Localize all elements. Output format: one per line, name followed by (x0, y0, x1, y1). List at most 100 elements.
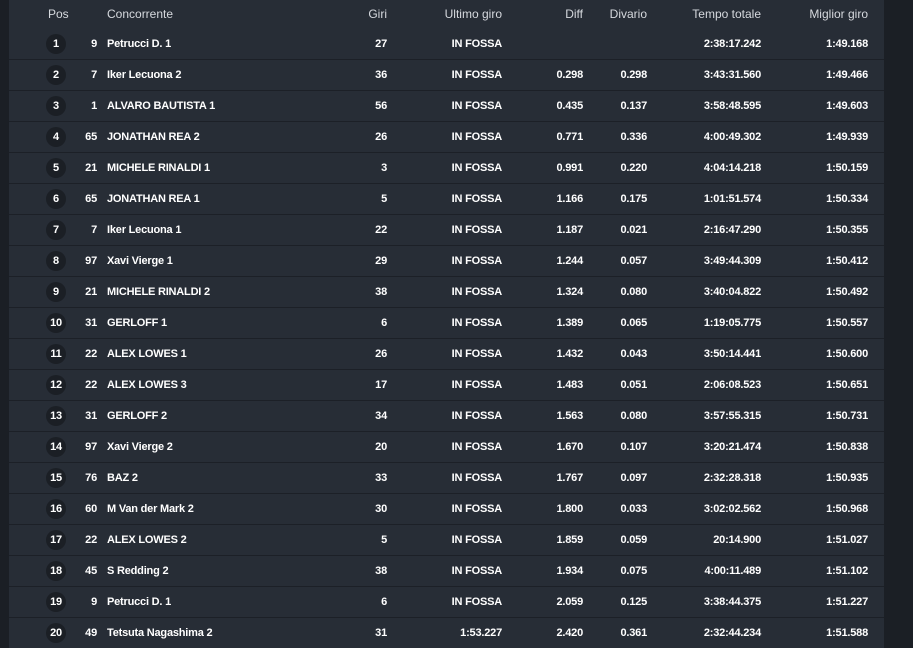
best-lap-cell: 1:50.159 (826, 162, 868, 174)
gap-cell: 0.075 (620, 565, 647, 577)
total-time-cell: 3:38:44.375 (703, 596, 761, 608)
diff-cell: 1.389 (556, 317, 583, 329)
best-lap-cell: 1:49.603 (826, 100, 868, 112)
table-row[interactable]: 12 22 ALEX LOWES 3 17 IN FOSSA 1.483 0.051 2:06… (9, 370, 884, 401)
best-lap-cell: 1:50.355 (826, 224, 868, 236)
table-row[interactable]: 7 7 Iker Lecuona 1 22 IN FOSSA 1.187 0.021 2:16… (9, 215, 884, 246)
position-badge: 4 (46, 127, 66, 147)
table-row[interactable]: 6 65 JONATHAN REA 1 5 IN FOSSA 1.166 0.175 1:01… (9, 184, 884, 215)
laps-cell: 29 (375, 255, 387, 267)
table-row[interactable]: 16 60 M Van der Mark 2 30 IN FOSSA 1.800 0.033… (9, 494, 884, 525)
position-badge: 10 (46, 313, 66, 333)
last-lap-cell: IN FOSSA (451, 224, 503, 236)
last-lap-cell: IN FOSSA (451, 255, 503, 267)
diff-cell: 2.059 (556, 596, 583, 608)
table-row[interactable]: 13 31 GERLOFF 2 34 IN FOSSA 1.563 0.080 3:57:55… (9, 401, 884, 432)
position-badge: 19 (46, 592, 66, 612)
gap-cell: 0.080 (620, 410, 647, 422)
competitor-name: JONATHAN REA 1 (107, 193, 200, 205)
total-time-cell: 3:58:48.595 (703, 100, 761, 112)
diff-cell: 1.670 (556, 441, 583, 453)
last-lap-cell: IN FOSSA (451, 286, 503, 298)
table-row[interactable]: 2 7 Iker Lecuona 2 36 IN FOSSA 0.298 0.298 3:43… (9, 60, 884, 91)
header-competitor[interactable]: Concorrente (107, 7, 173, 21)
best-lap-cell: 1:50.412 (826, 255, 868, 267)
best-lap-cell: 1:50.731 (826, 410, 868, 422)
header-last-lap[interactable]: Ultimo giro (445, 7, 502, 21)
competitor-name: ALEX LOWES 3 (107, 379, 187, 391)
laps-cell: 38 (375, 565, 387, 577)
competitor-name: BAZ 2 (107, 472, 138, 484)
gap-cell: 0.361 (620, 627, 647, 639)
best-lap-cell: 1:50.600 (826, 348, 868, 360)
competitor-name: Petrucci D. 1 (107, 596, 172, 608)
gap-cell: 0.298 (620, 69, 647, 81)
table-row[interactable]: 5 21 MICHELE RINALDI 1 3 IN FOSSA 0.991 0.220 4… (9, 153, 884, 184)
table-row[interactable]: 17 22 ALEX LOWES 2 5 IN FOSSA 1.859 0.059 20:14… (9, 525, 884, 556)
best-lap-cell: 1:50.334 (826, 193, 868, 205)
laps-cell: 26 (375, 131, 387, 143)
diff-cell: 1.934 (556, 565, 583, 577)
competitor-name: GERLOFF 1 (107, 317, 167, 329)
last-lap-cell: 1:53.227 (460, 627, 502, 639)
gap-cell: 0.033 (620, 503, 647, 515)
gap-cell: 0.107 (620, 441, 647, 453)
competitor-name: Xavi Vierge 2 (107, 441, 173, 453)
gap-cell: 0.220 (620, 162, 647, 174)
total-time-cell: 3:50:14.441 (703, 348, 761, 360)
table-row[interactable]: 4 65 JONATHAN REA 2 26 IN FOSSA 0.771 0.336 4:0… (9, 122, 884, 153)
table-row[interactable]: 1 9 Petrucci D. 1 27 IN FOSSA 2:38:17.242 1:49… (9, 29, 884, 60)
diff-cell: 1.432 (556, 348, 583, 360)
competitor-name: Tetsuta Nagashima 2 (107, 627, 213, 639)
total-time-cell: 3:02:02.562 (703, 503, 761, 515)
header-total-time[interactable]: Tempo totale (692, 7, 761, 21)
last-lap-cell: IN FOSSA (451, 162, 503, 174)
best-lap-cell: 1:51.102 (826, 565, 868, 577)
gap-cell: 0.137 (620, 100, 647, 112)
total-time-cell: 2:32:44.234 (703, 627, 761, 639)
position-badge: 12 (46, 375, 66, 395)
diff-cell: 1.483 (556, 379, 583, 391)
gap-cell: 0.097 (620, 472, 647, 484)
rider-number: 9 (91, 596, 97, 608)
competitor-name: ALVARO BAUTISTA 1 (107, 100, 216, 112)
total-time-cell: 4:04:14.218 (703, 162, 761, 174)
table-row[interactable]: 11 22 ALEX LOWES 1 26 IN FOSSA 1.432 0.043 3:50… (9, 339, 884, 370)
table-row[interactable]: 20 49 Tetsuta Nagashima 2 31 1:53.227 2.420 0.… (9, 618, 884, 648)
last-lap-cell: IN FOSSA (451, 410, 503, 422)
table-row[interactable]: 8 97 Xavi Vierge 1 29 IN FOSSA 1.244 0.057 3:49… (9, 246, 884, 277)
last-lap-cell: IN FOSSA (451, 348, 503, 360)
diff-cell: 0.435 (556, 100, 583, 112)
total-time-cell: 2:38:17.242 (703, 38, 761, 50)
header-diff[interactable]: Diff (565, 7, 583, 21)
header-laps[interactable]: Giri (368, 7, 387, 21)
rider-number: 60 (85, 503, 97, 515)
header-gap[interactable]: Divario (610, 7, 647, 21)
scrollbar-track[interactable] (884, 0, 913, 648)
header-pos[interactable]: Pos (48, 7, 69, 21)
rider-number: 21 (85, 286, 97, 298)
diff-cell: 0.298 (556, 69, 583, 81)
best-lap-cell: 1:49.466 (826, 69, 868, 81)
gap-cell: 0.080 (620, 286, 647, 298)
table-row[interactable]: 3 1 ALVARO BAUTISTA 1 56 IN FOSSA 0.435 0.137 3… (9, 91, 884, 122)
last-lap-cell: IN FOSSA (451, 379, 503, 391)
position-badge: 9 (46, 282, 66, 302)
position-badge: 3 (46, 96, 66, 116)
table-row[interactable]: 14 97 Xavi Vierge 2 20 IN FOSSA 1.670 0.107 3:2… (9, 432, 884, 463)
rider-number: 22 (85, 534, 97, 546)
rider-number: 97 (85, 441, 97, 453)
table-row[interactable]: 15 76 BAZ 2 33 IN FOSSA 1.767 0.097 2:32:28.318… (9, 463, 884, 494)
table-row[interactable]: 10 31 GERLOFF 1 6 IN FOSSA 1.389 0.065 1:19:05.… (9, 308, 884, 339)
table-row[interactable]: 9 21 MICHELE RINALDI 2 38 IN FOSSA 1.324 0.080… (9, 277, 884, 308)
laps-cell: 33 (375, 472, 387, 484)
rider-number: 22 (85, 379, 97, 391)
competitor-name: Iker Lecuona 1 (107, 224, 182, 236)
diff-cell: 1.324 (556, 286, 583, 298)
position-badge: 11 (46, 344, 66, 364)
table-row[interactable]: 19 9 Petrucci D. 1 6 IN FOSSA 2.059 0.125 3:38:… (9, 587, 884, 618)
position-badge: 2 (46, 65, 66, 85)
header-best-lap[interactable]: Miglior giro (809, 7, 868, 21)
table-row[interactable]: 18 45 S Redding 2 38 IN FOSSA 1.934 0.075 4:00:… (9, 556, 884, 587)
diff-cell: 1.244 (556, 255, 583, 267)
